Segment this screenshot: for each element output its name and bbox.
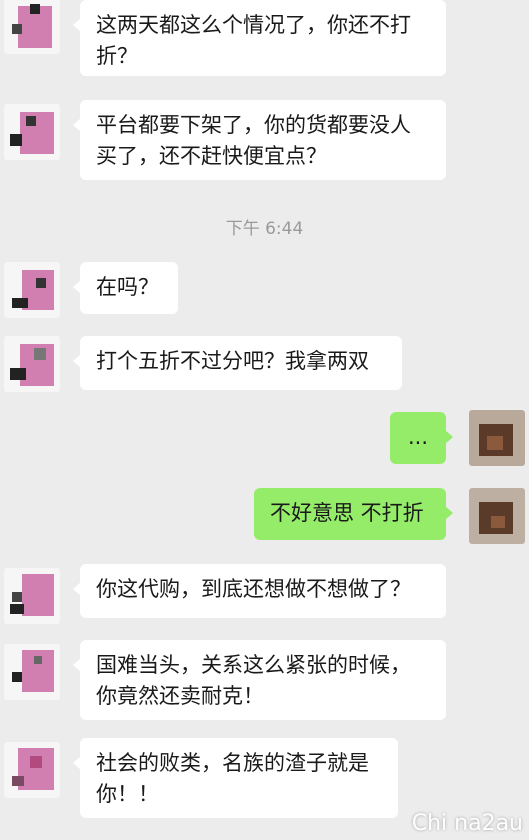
avatar[interactable]: [4, 742, 60, 798]
message-text: 国难当头，关系这么紧张的时候，你竟然还卖耐克！: [96, 653, 411, 708]
message-bubble[interactable]: 社会的败类，名族的渣子就是你！！: [73, 738, 398, 818]
message-bubble[interactable]: 在吗？: [73, 262, 178, 314]
message-text: 不好意思 不打折: [270, 501, 424, 525]
message-text: 平台都要下架了，你的货都要没人买了，还不赶快便宜点？: [96, 113, 411, 168]
message-text: 你这代购，到底还想做不想做了？: [96, 577, 411, 601]
avatar[interactable]: [469, 410, 525, 466]
message-bubble[interactable]: 打个五折不过分吧？我拿两双: [73, 336, 402, 390]
message-bubble[interactable]: 不好意思 不打折: [254, 488, 453, 540]
message-bubble[interactable]: 这两天都这么个情况了，你还不打折？: [73, 0, 446, 76]
watermark-text: Chi na2au: [411, 811, 523, 836]
avatar[interactable]: [469, 488, 525, 544]
avatar[interactable]: [4, 336, 60, 392]
avatar[interactable]: [4, 104, 60, 160]
message-row: 这两天都这么个情况了，你还不打折？: [0, 0, 529, 80]
message-text: 在吗？: [96, 275, 159, 299]
avatar[interactable]: [4, 644, 60, 700]
message-bubble[interactable]: 国难当头，关系这么紧张的时候，你竟然还卖耐克！: [73, 640, 446, 720]
avatar[interactable]: [4, 262, 60, 318]
message-bubble[interactable]: 你这代购，到底还想做不想做了？: [73, 564, 446, 618]
message-bubble[interactable]: 平台都要下架了，你的货都要没人买了，还不赶快便宜点？: [73, 100, 446, 180]
message-text: 这两天都这么个情况了，你还不打折？: [96, 13, 411, 68]
avatar[interactable]: [4, 568, 60, 624]
message-text: 社会的败类，名族的渣子就是你！！: [96, 751, 369, 806]
avatar[interactable]: [4, 0, 60, 54]
message-text: ...: [407, 425, 429, 449]
message-bubble[interactable]: ...: [390, 412, 453, 464]
message-text: 打个五折不过分吧？我拿两双: [96, 349, 369, 373]
timestamp: 下午 6:44: [225, 219, 304, 239]
